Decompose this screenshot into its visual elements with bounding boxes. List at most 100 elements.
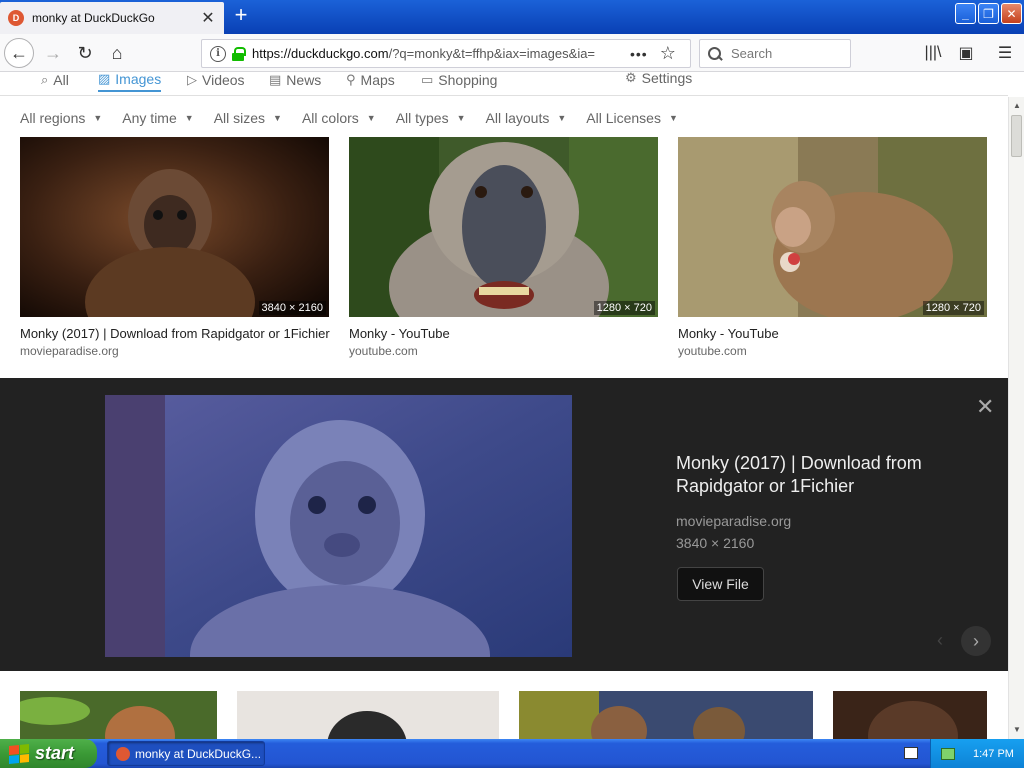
tab-label: Images bbox=[115, 71, 162, 87]
search-box[interactable] bbox=[699, 39, 851, 68]
scrollbar-thumb[interactable] bbox=[1011, 115, 1022, 157]
monkey-image bbox=[20, 697, 175, 741]
tab-all[interactable]: ⌕ All bbox=[41, 68, 69, 92]
result-thumbnail[interactable]: 1280 × 720 bbox=[349, 137, 658, 317]
result-title[interactable]: Monky - YouTube bbox=[678, 326, 987, 341]
result-thumbnail[interactable]: 3840 × 2160 bbox=[20, 137, 329, 317]
tab-news[interactable]: ▤ News bbox=[269, 68, 321, 92]
vertical-scrollbar[interactable]: ▲ ▼ bbox=[1008, 97, 1024, 739]
view-file-button[interactable]: View File bbox=[677, 567, 764, 601]
filter-region[interactable]: All regions ▼ bbox=[20, 108, 102, 128]
tab-title: monky at DuckDuckGo bbox=[32, 11, 155, 25]
result-thumbnail[interactable]: 1280 × 720 bbox=[678, 137, 987, 317]
result-title[interactable]: Monky - YouTube bbox=[349, 326, 658, 341]
scroll-down-icon[interactable]: ▼ bbox=[1010, 723, 1024, 737]
result-source[interactable]: youtube.com bbox=[678, 344, 987, 358]
baboon-image bbox=[349, 137, 658, 317]
image-dimensions: 3840 × 2160 bbox=[258, 301, 326, 315]
monkey-image-blue bbox=[105, 395, 572, 657]
image-result-thumbnail[interactable] bbox=[237, 691, 499, 741]
caret-down-icon: ▼ bbox=[366, 113, 376, 123]
scroll-up-icon[interactable]: ▲ bbox=[1010, 99, 1024, 113]
detail-image[interactable] bbox=[105, 395, 572, 657]
search-icon: ⌕ bbox=[41, 72, 49, 87]
caret-down-icon: ▼ bbox=[456, 113, 466, 123]
filter-license[interactable]: All Licenses ▼ bbox=[586, 108, 678, 128]
windows-taskbar: start monky at DuckDuckG... 1:47 PM bbox=[0, 739, 1024, 768]
back-button[interactable]: ← bbox=[4, 38, 34, 68]
sidebar-icon[interactable]: ▣ bbox=[955, 42, 977, 64]
browser-tab[interactable]: D monky at DuckDuckGo ✕ bbox=[0, 2, 224, 34]
image-result[interactable]: 1280 × 720 Monky - YouTube youtube.com bbox=[678, 137, 987, 358]
close-detail-icon[interactable]: ✕ bbox=[976, 396, 994, 418]
image-filters: All regions ▼ Any time ▼ All sizes ▼ All co… bbox=[20, 108, 698, 128]
menu-icon[interactable]: ☰ bbox=[994, 42, 1016, 64]
close-window-button[interactable]: ✕ bbox=[1001, 3, 1022, 24]
filter-label: All types bbox=[395, 110, 449, 126]
filter-time[interactable]: Any time ▼ bbox=[122, 108, 193, 128]
monkey-image-dark bbox=[20, 137, 329, 317]
window-controls: _ ❐ ✕ bbox=[955, 3, 1022, 24]
windows-logo-icon bbox=[9, 743, 29, 764]
filter-label: All Licenses bbox=[586, 110, 661, 126]
library-icon[interactable]: |||\ bbox=[922, 42, 944, 64]
result-source[interactable]: youtube.com bbox=[349, 344, 658, 358]
previous-image-icon[interactable]: ‹ bbox=[926, 626, 954, 654]
filter-label: Any time bbox=[122, 110, 177, 126]
filter-type[interactable]: All types ▼ bbox=[396, 108, 466, 128]
image-result-thumbnail[interactable] bbox=[833, 691, 987, 741]
lock-icon bbox=[232, 46, 246, 61]
detail-title[interactable]: Monky (2017) | Download from Rapidgator … bbox=[676, 452, 966, 498]
clock[interactable]: 1:47 PM bbox=[973, 748, 1014, 760]
reload-button[interactable]: ↻ bbox=[70, 38, 100, 68]
filter-color[interactable]: All colors ▼ bbox=[302, 108, 376, 128]
image-dimensions: 1280 × 720 bbox=[593, 301, 655, 315]
navigation-toolbar: ← → ↻ ⌂ i https://duckduckgo.com/?q=monk… bbox=[0, 34, 1024, 72]
image-result-thumbnail[interactable] bbox=[519, 691, 813, 741]
tab-close-icon[interactable]: ✕ bbox=[200, 8, 216, 28]
network-icon[interactable] bbox=[941, 747, 955, 760]
caret-down-icon: ▼ bbox=[557, 113, 567, 123]
tab-maps[interactable]: ⚲ Maps bbox=[346, 68, 395, 92]
shopping-bag-icon: ▭ bbox=[421, 72, 434, 87]
tab-shopping[interactable]: ▭ Shopping bbox=[421, 68, 497, 92]
start-button[interactable]: start bbox=[0, 739, 97, 768]
bookmark-star-icon[interactable]: ☆ bbox=[660, 43, 676, 64]
image-result[interactable]: 1280 × 720 Monky - YouTube youtube.com bbox=[349, 137, 658, 358]
taskbar-window-item[interactable]: monky at DuckDuckG... bbox=[107, 741, 265, 766]
tab-label: Shopping bbox=[438, 72, 498, 88]
filter-layout[interactable]: All layouts ▼ bbox=[486, 108, 567, 128]
page-actions-icon[interactable]: ••• bbox=[630, 46, 648, 62]
url-path: /?q=monky&t=ffhp&iax=images&ia= bbox=[388, 46, 596, 61]
tab-videos[interactable]: ▷ Videos bbox=[187, 68, 245, 92]
detail-source[interactable]: movieparadise.org bbox=[676, 513, 791, 529]
url-text[interactable]: https://duckduckgo.com/?q=monky&t=ffhp&i… bbox=[252, 46, 622, 61]
filter-size[interactable]: All sizes ▼ bbox=[214, 108, 282, 128]
tab-label: Maps bbox=[360, 72, 395, 88]
result-title[interactable]: Monky (2017) | Download from Rapidgator … bbox=[20, 326, 330, 341]
forward-button[interactable]: → bbox=[38, 38, 68, 68]
restore-button[interactable]: ❐ bbox=[978, 3, 999, 24]
new-tab-button[interactable]: + bbox=[229, 4, 253, 28]
next-image-icon[interactable]: › bbox=[961, 626, 991, 656]
caret-down-icon: ▼ bbox=[184, 113, 194, 123]
minimize-button[interactable]: _ bbox=[955, 3, 976, 24]
home-button[interactable]: ⌂ bbox=[102, 38, 132, 68]
tab-label: All bbox=[53, 72, 69, 88]
url-bar[interactable]: i https://duckduckgo.com/?q=monky&t=ffhp… bbox=[201, 39, 691, 68]
search-type-tabs: ⌕ All ▨ Images ▷ Videos ▤ News ⚲ Maps ▭ Shoppi… bbox=[0, 70, 1008, 96]
news-icon: ▤ bbox=[269, 72, 282, 87]
keyboard-icon[interactable] bbox=[904, 747, 918, 759]
map-pin-icon: ⚲ bbox=[346, 72, 356, 87]
taskbar-item-label: monky at DuckDuckG... bbox=[135, 746, 262, 761]
caret-down-icon: ▼ bbox=[668, 113, 678, 123]
tab-images[interactable]: ▨ Images bbox=[98, 68, 162, 92]
site-info-icon[interactable]: i bbox=[210, 45, 226, 62]
search-input[interactable] bbox=[731, 46, 841, 61]
tab-settings[interactable]: ⚙ Settings bbox=[625, 66, 692, 90]
result-source[interactable]: movieparadise.org bbox=[20, 344, 329, 358]
image-result-thumbnail[interactable] bbox=[20, 691, 217, 741]
tab-label: News bbox=[286, 72, 322, 88]
macaque-image bbox=[678, 137, 987, 317]
image-result[interactable]: 3840 × 2160 Monky (2017) | Download from… bbox=[20, 137, 330, 358]
